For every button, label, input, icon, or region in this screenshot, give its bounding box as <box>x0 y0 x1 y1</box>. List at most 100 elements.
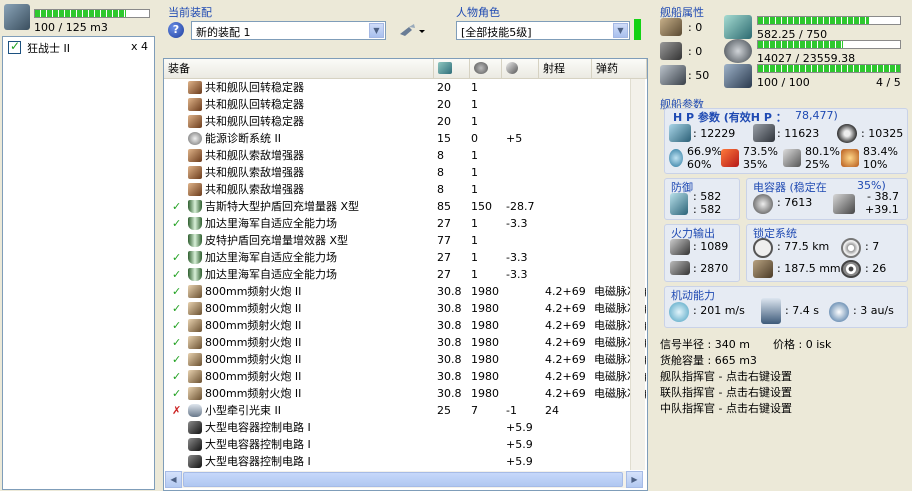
module-offline-icon[interactable]: ✗ <box>172 402 184 419</box>
rig-module-icon <box>188 421 202 434</box>
table-row[interactable]: 能源诊断系统 II 15 0 +5 <box>164 130 647 147</box>
module-powergrid: 0 <box>471 132 478 145</box>
module-name: 加达里海军自适应全能力场 <box>205 251 337 264</box>
module-capacitor <box>506 283 539 300</box>
module-powergrid: 1980 <box>471 387 499 400</box>
module-capacitor <box>506 334 539 351</box>
table-row[interactable]: ✓ 吉斯特大型护盾回充增量器 X型 85 150 -28.7 <box>164 198 647 215</box>
table-row[interactable]: 大型电容器控制电路 I +5.9 <box>164 436 647 453</box>
module-range: 4.2+69 <box>545 319 586 332</box>
module-range <box>545 147 591 164</box>
module-active-icon[interactable]: ✓ <box>172 300 184 317</box>
col-cpu[interactable] <box>434 59 470 78</box>
module-powergrid: 1 <box>471 115 478 128</box>
tractor-module-icon <box>188 404 202 417</box>
fleet-booster[interactable]: 舰队指挥官 - 点击右键设置 <box>660 368 792 384</box>
capacitor-delta-2: +39.1 <box>865 203 899 216</box>
module-capacitor <box>506 317 539 334</box>
max-velocity: : 201 m/s <box>693 304 745 317</box>
horizontal-scrollbar[interactable]: ◀ ▶ <box>165 471 643 488</box>
col-range[interactable]: 射程 <box>539 59 592 78</box>
scroll-thumb[interactable] <box>183 472 623 487</box>
em-resist-top: 66.9% <box>687 145 722 158</box>
powergrid-icon <box>474 62 488 74</box>
module-powergrid: 1980 <box>471 336 499 349</box>
table-row[interactable]: ✗ 小型牵引光束 II 25 7 -1 24 <box>164 402 647 419</box>
table-row[interactable]: ✓ 800mm频射火炮 II 30.8 1980 4.2+69 电磁脉冲弹 <box>164 300 647 317</box>
table-row[interactable]: ✓ 加达里海军自适应全能力场 27 1 -3.3 <box>164 249 647 266</box>
table-row[interactable]: 皮特护盾回充增量增效器 X型 77 1 <box>164 232 647 249</box>
help-icon[interactable]: ? <box>168 22 184 38</box>
col-powergrid[interactable] <box>470 59 502 78</box>
module-powergrid: 1 <box>471 166 478 179</box>
table-row[interactable]: 大型电容器控制电路 I +5.9 <box>164 453 647 470</box>
squad-booster[interactable]: 中队指挥官 - 点击右键设置 <box>660 400 792 416</box>
module-active-icon[interactable]: ✓ <box>172 317 184 334</box>
module-active-icon[interactable]: ✓ <box>172 368 184 385</box>
ship-list[interactable]: 狂战士 II x 4 <box>2 36 155 490</box>
table-row[interactable]: ✓ 800mm频射火炮 II 30.8 1980 4.2+69 电磁脉冲弹 <box>164 385 647 402</box>
module-cpu: 8 <box>437 183 444 196</box>
col-module[interactable]: 装备 <box>164 59 434 78</box>
module-range: 4.2+69 <box>545 387 586 400</box>
module-range <box>545 249 591 266</box>
table-row[interactable]: 共和舰队回转稳定器 20 1 <box>164 96 647 113</box>
module-active-icon[interactable]: ✓ <box>172 215 184 232</box>
shield-module-icon <box>188 251 202 264</box>
module-grid[interactable]: 装备 射程 弹药 共和舰队回转稳定器 20 1 共和舰队回转稳定器 20 1 共和舰队回转稳… <box>163 58 648 491</box>
hull-hp: : 10325 <box>861 127 904 140</box>
ship-name[interactable]: 狂战士 II <box>27 40 70 56</box>
explosive-resist-icon <box>841 149 859 167</box>
sensor-strength: : 26 <box>865 262 887 275</box>
tools-menu-icon[interactable] <box>397 21 429 40</box>
module-name: 共和舰队索敌增强器 <box>205 166 304 179</box>
col-ammo[interactable]: 弹药 <box>592 59 647 78</box>
module-active-icon[interactable]: ✓ <box>172 351 184 368</box>
table-row[interactable]: ✓ 800mm频射火炮 II 30.8 1980 4.2+69 电磁脉冲弹 <box>164 351 647 368</box>
hp-title: H P 参数 (有效H P ： <box>673 111 787 124</box>
module-active-icon[interactable]: ✓ <box>172 266 184 283</box>
table-row[interactable]: 共和舰队回转稳定器 20 1 <box>164 113 647 130</box>
table-row[interactable]: ✓ 加达里海军自适应全能力场 27 1 -3.3 <box>164 266 647 283</box>
table-row[interactable]: 共和舰队索敌增强器 8 1 <box>164 164 647 181</box>
module-active-icon[interactable]: ✓ <box>172 283 184 300</box>
scroll-left-button[interactable]: ◀ <box>165 471 182 488</box>
chevron-down-icon[interactable]: ▼ <box>369 23 384 38</box>
table-row[interactable]: ✓ 800mm频射火炮 II 30.8 1980 4.2+69 电磁脉冲弹 <box>164 317 647 334</box>
module-name: 皮特护盾回充增量增效器 X型 <box>205 234 349 247</box>
cpu-icon <box>438 62 452 74</box>
explosive-resist-bottom: 10% <box>863 158 888 171</box>
module-active-icon[interactable]: ✓ <box>172 249 184 266</box>
col-capacitor[interactable] <box>502 59 539 78</box>
wing-booster[interactable]: 联队指挥官 - 点击右键设置 <box>660 384 792 400</box>
module-range <box>545 164 591 181</box>
targeting-range-icon <box>753 238 773 258</box>
module-active-icon[interactable]: ✓ <box>172 198 184 215</box>
table-row[interactable]: 共和舰队索敌增强器 8 1 <box>164 147 647 164</box>
ship-checkbox[interactable] <box>8 39 21 54</box>
chevron-down-icon[interactable]: ▼ <box>613 23 628 38</box>
module-capacitor <box>506 181 539 198</box>
module-cpu: 30.8 <box>437 285 462 298</box>
scroll-right-button[interactable]: ▶ <box>626 471 643 488</box>
vertical-scrollbar[interactable] <box>630 79 645 470</box>
module-cpu: 20 <box>437 81 451 94</box>
module-capacitor <box>506 113 539 130</box>
table-row[interactable]: 大型电容器控制电路 I +5.9 <box>164 419 647 436</box>
module-capacitor: +5.9 <box>506 438 533 451</box>
character-select[interactable]: [全部技能5级] ▼ <box>456 21 630 40</box>
module-name: 小型牵引光束 II <box>205 404 281 417</box>
module-active-icon[interactable]: ✓ <box>172 334 184 351</box>
table-row[interactable]: ✓ 800mm频射火炮 II 30.8 1980 4.2+69 电磁脉冲弹 <box>164 368 647 385</box>
module-active-icon[interactable]: ✓ <box>172 385 184 402</box>
loadout-select[interactable]: 新的装配 1 ▼ <box>191 21 386 40</box>
module-cpu: 8 <box>437 149 444 162</box>
module-name: 共和舰队回转稳定器 <box>205 115 304 128</box>
table-row[interactable]: ✓ 800mm频射火炮 II 30.8 1980 4.2+69 电磁脉冲弹 <box>164 283 647 300</box>
table-row[interactable]: 共和舰队索敌增强器 8 1 <box>164 181 647 198</box>
table-row[interactable]: ✓ 800mm频射火炮 II 30.8 1980 4.2+69 电磁脉冲弹 <box>164 334 647 351</box>
module-powergrid: 1 <box>471 234 478 247</box>
module-powergrid: 1 <box>471 217 478 230</box>
table-row[interactable]: ✓ 加达里海军自适应全能力场 27 1 -3.3 <box>164 215 647 232</box>
table-row[interactable]: 共和舰队回转稳定器 20 1 <box>164 79 647 96</box>
